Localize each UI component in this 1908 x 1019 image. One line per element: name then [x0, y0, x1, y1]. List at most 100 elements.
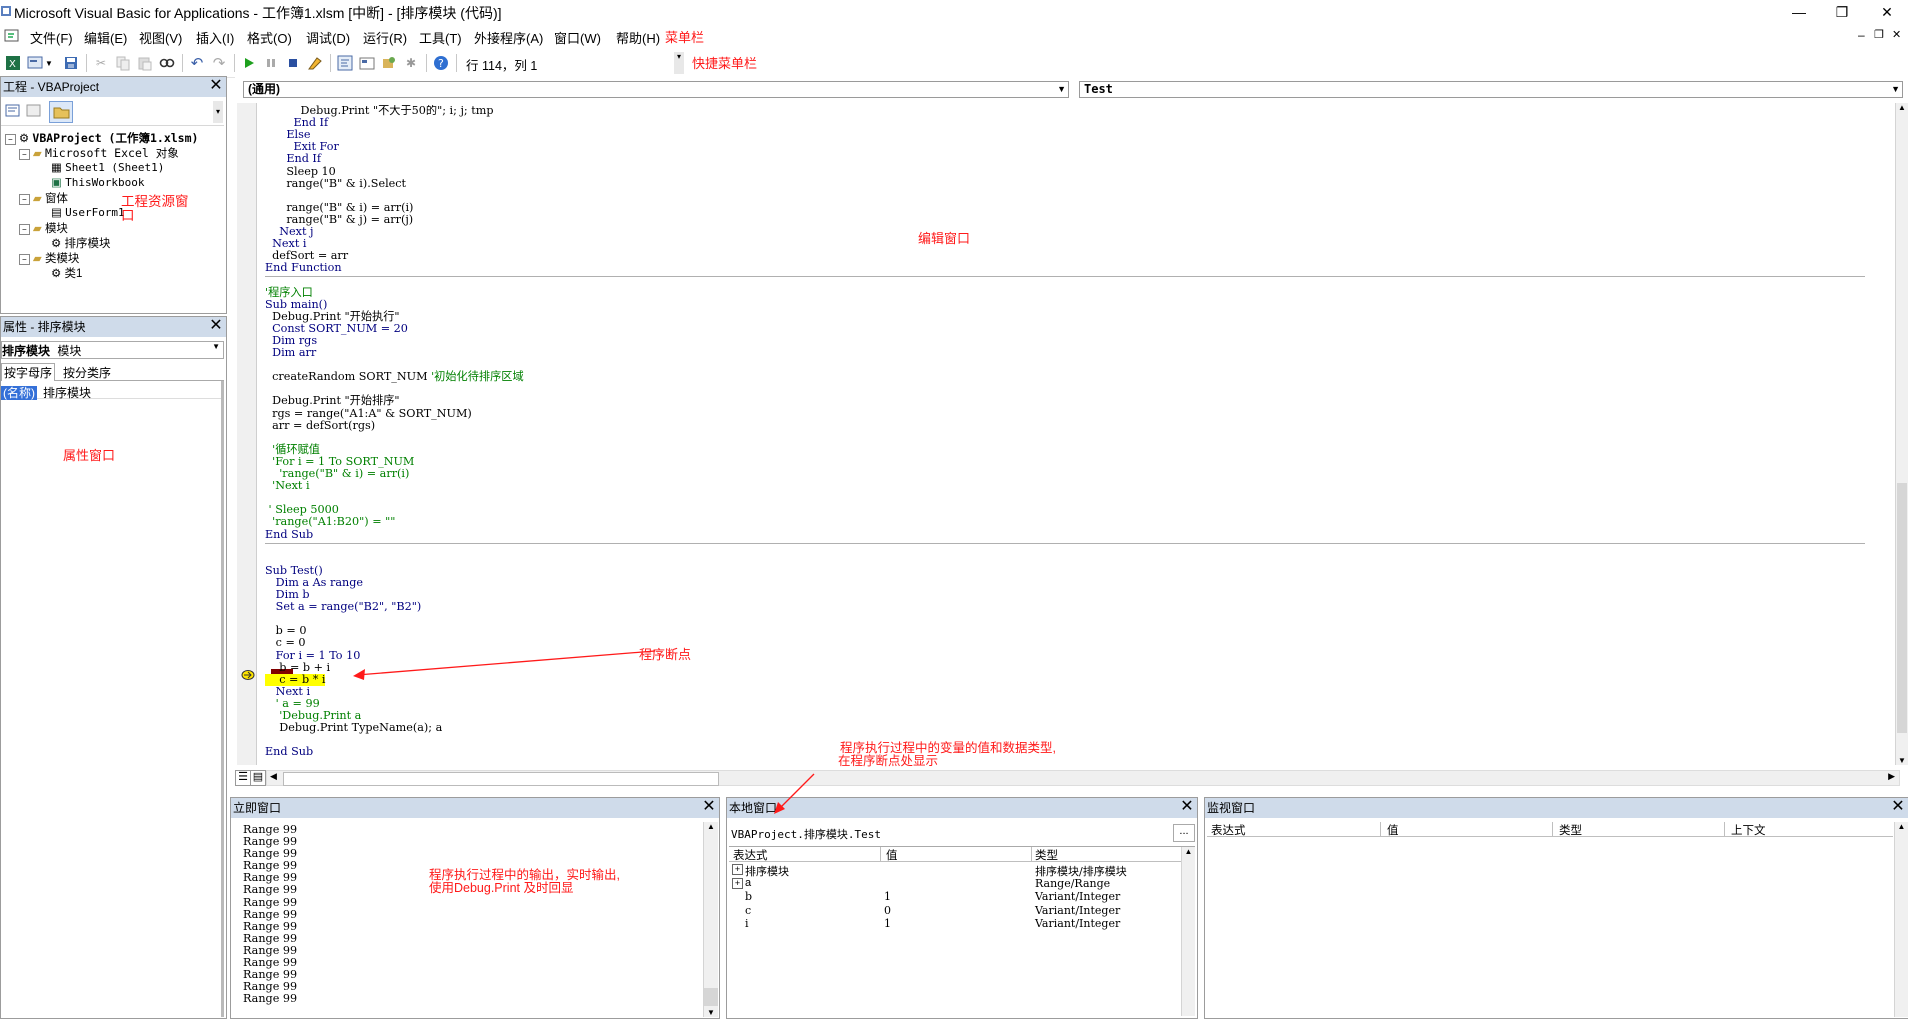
scroll-up-icon[interactable]: ▲: [1896, 103, 1908, 112]
menu-item[interactable]: 视图(V): [139, 28, 182, 47]
expand-icon[interactable]: +: [732, 877, 743, 889]
cut-icon[interactable]: ✂: [92, 54, 110, 72]
code-window-icon[interactable]: [4, 28, 20, 44]
tab-alphabetic[interactable]: 按字母序: [1, 363, 56, 381]
scroll-down-icon[interactable]: ▼: [704, 1008, 718, 1017]
column-header-value[interactable]: 值: [886, 847, 898, 863]
object-browser-icon[interactable]: [380, 54, 398, 72]
code-line[interactable]: 'Next i: [265, 479, 309, 492]
column-header-type[interactable]: 类型: [1559, 822, 1582, 838]
scroll-thumb[interactable]: [704, 988, 718, 1006]
column-divider[interactable]: [1031, 847, 1032, 861]
paste-icon[interactable]: [136, 54, 154, 72]
properties-splitter[interactable]: [221, 381, 224, 1017]
breakpoint-margin[interactable]: [237, 103, 257, 765]
design-mode-icon[interactable]: [306, 54, 324, 72]
toolbar-overflow[interactable]: ▾: [674, 52, 684, 74]
code-line[interactable]: c = 0: [265, 637, 306, 649]
run-icon[interactable]: [240, 54, 258, 72]
menu-item[interactable]: 外接程序(A): [474, 28, 543, 47]
code-line[interactable]: End Sub: [265, 746, 313, 758]
scroll-thumb[interactable]: [1897, 483, 1907, 733]
immediate-scrollbar[interactable]: ▲ ▼: [703, 822, 718, 1017]
redo-icon[interactable]: ↷: [210, 54, 228, 72]
close-icon[interactable]: ✕: [1179, 799, 1195, 815]
procedure-combo[interactable]: Test ▼: [1079, 81, 1903, 98]
help-icon[interactable]: ?: [432, 54, 450, 72]
undo-icon[interactable]: ↶: [188, 54, 206, 72]
menu-item[interactable]: 文件(F): [30, 28, 73, 47]
scroll-down-icon[interactable]: ▼: [1896, 756, 1908, 765]
copy-icon[interactable]: [114, 54, 132, 72]
scroll-thumb[interactable]: [283, 772, 719, 786]
tree-node-class-modules[interactable]: − ▰ 类模块: [19, 250, 79, 266]
menu-item[interactable]: 格式(O): [247, 28, 292, 47]
procedure-view-icon[interactable]: ☰: [235, 770, 251, 786]
code-line[interactable]: createRandom SORT_NUM '初始化待排序区域: [265, 371, 524, 383]
menu-item[interactable]: 编辑(E): [84, 28, 127, 47]
menu-item[interactable]: 工具(T): [419, 28, 462, 47]
code-line[interactable]: End Sub: [265, 528, 313, 541]
inner-restore-button[interactable]: ❐: [1874, 28, 1884, 41]
break-icon[interactable]: [262, 54, 280, 72]
close-icon[interactable]: ✕: [208, 318, 224, 334]
view-code-icon[interactable]: [4, 102, 22, 120]
tab-categorized[interactable]: 按分类序: [61, 364, 113, 381]
watch-scrollbar[interactable]: ▲: [1894, 822, 1908, 1017]
code-line[interactable]: '程序入口: [265, 286, 313, 299]
code-vertical-scrollbar[interactable]: ▲ ▼: [1895, 103, 1908, 765]
tree-node-vbaproject[interactable]: − ⚙ VBAProject (工作簿1.xlsm): [5, 130, 198, 146]
code-line[interactable]: Sleep 10: [265, 165, 335, 178]
code-line[interactable]: Debug.Print "开始排序": [265, 395, 399, 407]
column-header-expression[interactable]: 表达式: [733, 847, 768, 863]
tree-node-modules[interactable]: − ▰ 模块: [19, 220, 68, 236]
call-stack-button[interactable]: ...: [1173, 824, 1195, 842]
full-module-view-icon[interactable]: ▤: [250, 770, 266, 786]
close-button[interactable]: ✕: [1872, 1, 1902, 23]
menu-item[interactable]: 运行(R): [363, 28, 407, 47]
column-divider[interactable]: [1380, 822, 1381, 836]
locals-row[interactable]: i 1 Variant/Integer: [729, 917, 1181, 930]
current-execution-line[interactable]: c = b * i: [265, 673, 326, 686]
tree-node-excel-objects[interactable]: − ▰ Microsoft Excel 对象: [19, 145, 179, 161]
locals-row[interactable]: b 1 Variant/Integer: [729, 890, 1181, 903]
code-line[interactable]: Set a = range("B2", "B2"): [265, 600, 422, 613]
toolbox-icon[interactable]: ✱: [402, 54, 420, 72]
immediate-output[interactable]: Range 99 Range 99 Range 99 Range 99 Range 99…: [243, 824, 683, 1016]
locals-row[interactable]: + 排序模块 排序模块/排序模块: [729, 863, 1181, 878]
column-header-type[interactable]: 类型: [1035, 847, 1058, 863]
insert-userform-icon[interactable]: [26, 54, 44, 72]
column-header-context[interactable]: 上下文: [1731, 822, 1766, 838]
column-divider[interactable]: [1552, 822, 1553, 836]
locals-row[interactable]: + a Range/Range: [729, 877, 1181, 890]
save-icon[interactable]: [62, 54, 80, 72]
tree-node-sheet1[interactable]: ▦ Sheet1 (Sheet1): [51, 160, 164, 174]
property-row-name[interactable]: (名称) 排序模块: [1, 384, 222, 401]
column-header-expression[interactable]: 表达式: [1211, 822, 1246, 838]
toggle-folders-icon[interactable]: [49, 101, 73, 123]
code-line[interactable]: 'range("A1:B20") = "": [265, 516, 395, 528]
code-line[interactable]: Debug.Print TypeName(a); a: [265, 721, 442, 734]
menu-item[interactable]: 插入(I): [196, 28, 234, 47]
code-line[interactable]: Sub main(): [265, 298, 327, 311]
code-line[interactable]: b = b + i: [265, 661, 330, 674]
scroll-up-icon[interactable]: ▲: [1182, 847, 1195, 856]
menu-item[interactable]: 窗口(W): [554, 28, 601, 47]
property-value[interactable]: 排序模块: [43, 384, 91, 401]
close-icon[interactable]: ✕: [701, 799, 717, 815]
scroll-left-icon[interactable]: ◀: [270, 771, 277, 782]
close-icon[interactable]: ✕: [1890, 799, 1906, 815]
locals-row[interactable]: c 0 Variant/Integer: [729, 904, 1181, 917]
properties-window-icon[interactable]: [358, 54, 376, 72]
excel-icon[interactable]: X: [4, 54, 22, 72]
code-line[interactable]: arr = defSort(rgs): [265, 419, 375, 432]
tree-node-sort-module[interactable]: ⚙ 排序模块: [51, 235, 111, 251]
tree-node-class1[interactable]: ⚙ 类1: [51, 265, 82, 281]
find-icon[interactable]: [158, 54, 176, 72]
tree-node-thisworkbook[interactable]: ▣ ThisWorkbook: [51, 175, 145, 189]
inner-close-button[interactable]: ✕: [1892, 28, 1901, 41]
close-icon[interactable]: ✕: [208, 78, 224, 94]
column-divider[interactable]: [1724, 822, 1725, 836]
expand-icon[interactable]: +: [732, 864, 743, 875]
locals-scrollbar[interactable]: ▲: [1181, 847, 1195, 1016]
